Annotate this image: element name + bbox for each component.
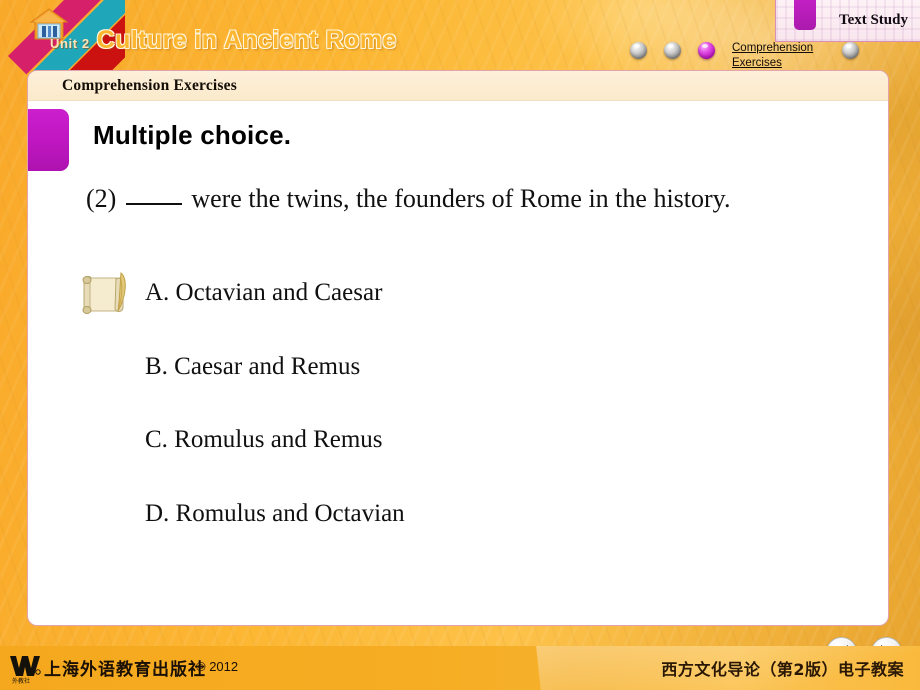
nav-bullet-4[interactable]: [842, 42, 859, 59]
course-name: 西方文化导论（第2版）电子教案: [661, 660, 904, 679]
answer-options: A. Octavian and Caesar B. Caesar and Rem…: [145, 279, 405, 573]
section-nav: Comprehension Exercises: [630, 42, 876, 71]
nav-link-line-2: Exercises: [732, 57, 782, 69]
option-a[interactable]: A. Octavian and Caesar: [145, 279, 405, 353]
nav-link-comprehension-exercises[interactable]: Comprehension Exercises: [732, 41, 828, 71]
panel-header: Comprehension Exercises: [28, 71, 888, 101]
slide-root: Unit 2 Culture in Ancient Rome Text Stud…: [0, 0, 920, 690]
question-text: were the twins, the founders of Rome in …: [191, 184, 731, 213]
nav-bullet-3-active[interactable]: [698, 42, 715, 59]
option-c[interactable]: C. Romulus and Remus: [145, 426, 405, 500]
nav-link-line-1: Comprehension: [732, 42, 814, 54]
option-b[interactable]: B. Caesar and Remus: [145, 353, 405, 427]
question-number: (2): [86, 184, 117, 213]
unit-title: Unit 2 Culture in Ancient Rome: [50, 26, 397, 55]
content-panel: Comprehension Exercises Multiple choice.…: [27, 70, 889, 626]
section-title: Multiple choice.: [93, 120, 292, 150]
panel-header-title: Comprehension Exercises: [62, 76, 237, 94]
footer-bar: 外教社 上海外语教育出版社 © 2012 西方文化导论（第2版）电子教案: [0, 646, 920, 690]
answer-blank[interactable]: [125, 203, 182, 205]
question-line: (2) were the twins, the founders of Rome…: [86, 184, 730, 214]
unit-label: Unit 2: [50, 36, 90, 51]
text-study-box[interactable]: Text Study: [775, 0, 920, 42]
publisher-mark-text: 外教社: [12, 677, 30, 684]
text-study-tab-marker: [794, 0, 816, 30]
section-tab-marker: [28, 109, 69, 171]
nav-bullet-1[interactable]: [630, 42, 647, 59]
copyright-text: © 2012: [196, 659, 239, 674]
text-study-label: Text Study: [838, 12, 908, 28]
publisher-name: 上海外语教育出版社: [44, 660, 206, 680]
publisher-logo-icon: 外教社: [10, 656, 41, 684]
unit-name: Culture in Ancient Rome: [96, 26, 397, 54]
option-d[interactable]: D. Romulus and Octavian: [145, 500, 405, 574]
nav-bullet-2[interactable]: [664, 42, 681, 59]
scroll-quill-icon: [82, 271, 126, 314]
